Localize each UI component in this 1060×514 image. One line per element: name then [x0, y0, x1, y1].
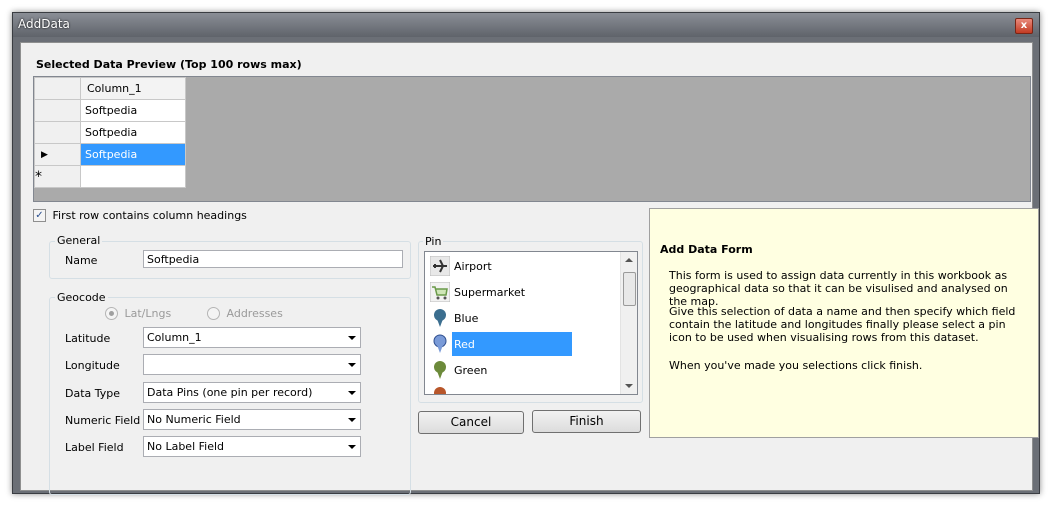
scroll-up-icon[interactable]: [625, 258, 633, 262]
radio-latlng-option[interactable]: Lat/Lngs: [105, 306, 171, 320]
grid-corner[interactable]: [34, 77, 81, 100]
numeric-field-select-value: No Numeric Field: [147, 413, 241, 426]
pin-item-label: Blue: [454, 312, 479, 325]
help-paragraph-1: This form is used to assign data current…: [669, 269, 1008, 308]
table-row[interactable]: Softpedia: [34, 99, 186, 122]
title-bar[interactable]: AddData x: [13, 13, 1039, 37]
scrollbar-thumb[interactable]: [623, 272, 636, 306]
help-title: Add Data Form: [660, 243, 753, 256]
row-header-new[interactable]: *: [34, 165, 81, 188]
chevron-down-icon: [348, 418, 356, 422]
help-panel: Add Data Form This form is used to assig…: [649, 208, 1039, 438]
pin-item-label: Green: [454, 364, 488, 377]
list-item-partial[interactable]: [428, 384, 618, 394]
label-field-label: Label Field: [65, 441, 124, 454]
name-label: Name: [65, 254, 98, 267]
data-type-select-value: Data Pins (one pin per record): [147, 386, 313, 399]
pin-list-scrollbar[interactable]: [620, 252, 637, 394]
numeric-field-label: Numeric Field: [65, 414, 141, 427]
latitude-label: Latitude: [65, 332, 111, 345]
preview-table: Column_1 Softpedia Softpedia ▶ Softpedia: [34, 77, 186, 188]
row-header[interactable]: [34, 99, 81, 122]
red-pin-icon: [433, 334, 447, 353]
current-row-icon: ▶: [41, 149, 48, 160]
list-item[interactable]: Airport: [428, 254, 618, 278]
radio-addresses-label: Addresses: [226, 306, 283, 320]
preview-heading: Selected Data Preview (Top 100 rows max): [36, 58, 302, 71]
radio-addresses[interactable]: [207, 306, 220, 320]
chevron-down-icon: [348, 445, 356, 449]
chevron-down-icon: [348, 391, 356, 395]
latitude-select-value: Column_1: [147, 331, 202, 344]
radio-latlng[interactable]: [105, 306, 118, 320]
table-row[interactable]: Softpedia: [34, 121, 186, 144]
grid-cell-selected[interactable]: Softpedia: [80, 143, 186, 166]
row-header-current[interactable]: ▶: [34, 143, 81, 166]
grid-header-row: Column_1: [34, 77, 186, 100]
close-button[interactable]: x: [1015, 18, 1033, 34]
label-field-select-value: No Label Field: [147, 440, 225, 453]
blue-pin-icon: [434, 309, 446, 327]
pin-item-label: Red: [454, 338, 475, 351]
general-group-title: General: [55, 234, 103, 247]
data-type-select[interactable]: Data Pins (one pin per record): [143, 382, 361, 403]
pin-item-label: Supermarket: [454, 286, 526, 299]
row-header[interactable]: [34, 121, 81, 144]
add-data-window: AddData x Selected Data Preview (Top 100…: [12, 12, 1040, 495]
geocode-group-title: Geocode: [55, 291, 108, 304]
shopping-cart-icon: [430, 282, 450, 302]
list-item-selected[interactable]: Red: [428, 332, 618, 356]
data-type-label: Data Type: [65, 387, 121, 400]
pin-list[interactable]: Airport Supermarket Blue Red Green: [424, 251, 638, 395]
radio-addresses-option[interactable]: Addresses: [207, 306, 283, 320]
chevron-down-icon: [348, 336, 356, 340]
table-row[interactable]: ▶ Softpedia: [34, 143, 186, 166]
dialog-client-area: Selected Data Preview (Top 100 rows max)…: [20, 42, 1039, 495]
latitude-select[interactable]: Column_1: [143, 327, 361, 348]
longitude-select[interactable]: [143, 354, 361, 375]
finish-button[interactable]: Finish: [532, 410, 641, 433]
grid-cell[interactable]: Softpedia: [80, 99, 186, 122]
first-row-headings-checkbox[interactable]: ✓: [33, 208, 46, 222]
table-row-new[interactable]: *: [34, 165, 186, 188]
column-header[interactable]: Column_1: [80, 77, 186, 100]
scroll-down-icon[interactable]: [625, 384, 633, 388]
radio-latlng-label: Lat/Lngs: [124, 306, 172, 320]
airplane-icon: [430, 256, 450, 276]
chevron-down-icon: [348, 363, 356, 367]
new-row-icon: *: [35, 168, 42, 185]
pin-group-title: Pin: [423, 235, 444, 248]
cancel-button[interactable]: Cancel: [418, 411, 524, 434]
window-title: AddData: [18, 17, 70, 31]
pin-item-label: Airport: [454, 260, 492, 273]
name-input[interactable]: Softpedia: [143, 250, 403, 268]
grid-cell[interactable]: Softpedia: [80, 121, 186, 144]
list-item[interactable]: Green: [428, 358, 618, 382]
close-icon: x: [1020, 20, 1028, 31]
green-pin-icon: [434, 361, 446, 379]
first-row-headings-label: First row contains column headings: [52, 208, 247, 222]
help-paragraph-2: Give this selection of data a name and t…: [669, 305, 1016, 344]
numeric-field-select[interactable]: No Numeric Field: [143, 409, 361, 430]
grid-cell-new[interactable]: [80, 165, 186, 188]
orange-pin-icon: [434, 387, 446, 394]
list-item[interactable]: Blue: [428, 306, 618, 330]
list-item[interactable]: Supermarket: [428, 280, 618, 304]
data-preview-grid[interactable]: Column_1 Softpedia Softpedia ▶ Softpedia: [33, 76, 1031, 202]
label-field-select[interactable]: No Label Field: [143, 436, 361, 457]
help-paragraph-3: When you've made you selections click fi…: [669, 359, 923, 372]
longitude-label: Longitude: [65, 359, 120, 372]
first-row-headings-option[interactable]: ✓ First row contains column headings: [33, 208, 247, 222]
